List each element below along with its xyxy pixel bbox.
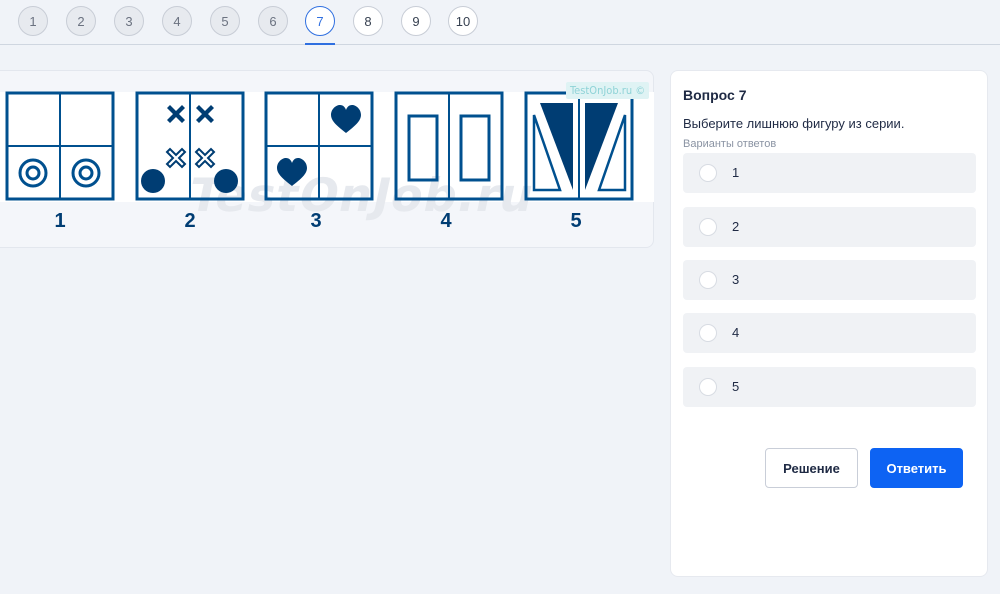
active-question-indicator (305, 43, 335, 45)
question-number-3[interactable]: 3 (114, 6, 144, 36)
answer-option-4[interactable]: 4 (683, 313, 976, 353)
answer-option-2[interactable]: 2 (683, 207, 976, 247)
question-number-8[interactable]: 8 (353, 6, 383, 36)
answer-option-label: 1 (732, 165, 740, 180)
figure-5 (524, 91, 634, 201)
figure-2 (135, 91, 245, 201)
answer-option-label: 2 (732, 219, 740, 234)
answer-option-3[interactable]: 3 (683, 260, 976, 300)
figure-series: 1 2 3 4 5 (5, 91, 634, 232)
answer-option-label: 5 (732, 379, 740, 394)
radio-button[interactable] (699, 324, 717, 342)
question-navigation: 1 2 3 4 5 6 7 8 9 10 (0, 0, 1000, 45)
answers-hint: Варианты ответов (683, 138, 777, 150)
figure-3 (264, 91, 374, 201)
figure-4 (394, 91, 504, 201)
question-number-10[interactable]: 10 (448, 6, 478, 36)
answer-option-5[interactable]: 5 (683, 367, 976, 407)
question-number-5[interactable]: 5 (210, 6, 240, 36)
radio-button[interactable] (699, 164, 717, 182)
radio-button[interactable] (699, 271, 717, 289)
question-text: Выберите лишнюю фигуру из серии. (683, 116, 905, 131)
question-number-2[interactable]: 2 (66, 6, 96, 36)
figure-label-5: 5 (570, 210, 581, 232)
figure-label-4: 4 (440, 210, 452, 232)
watermark-badge: TestOnJob.ru © (566, 82, 650, 99)
question-title: Вопрос 7 (683, 87, 747, 103)
question-panel: Вопрос 7 Выберите лишнюю фигуру из серии… (670, 70, 988, 577)
answer-button[interactable]: Ответить (870, 448, 963, 488)
question-number-1[interactable]: 1 (18, 6, 48, 36)
answer-option-label: 3 (732, 272, 740, 287)
question-number-4[interactable]: 4 (162, 6, 192, 36)
answer-option-label: 4 (732, 325, 740, 340)
answer-option-1[interactable]: 1 (683, 153, 976, 193)
figure-label-2: 2 (184, 210, 195, 232)
radio-button[interactable] (699, 218, 717, 236)
figure-1 (5, 91, 115, 201)
solution-button[interactable]: Решение (765, 448, 858, 488)
question-number-9[interactable]: 9 (401, 6, 431, 36)
figure-label-3: 3 (310, 210, 321, 232)
figure-label-1: 1 (54, 210, 65, 232)
radio-button[interactable] (699, 378, 717, 396)
question-number-7-active[interactable]: 7 (305, 6, 335, 36)
question-number-6[interactable]: 6 (258, 6, 288, 36)
